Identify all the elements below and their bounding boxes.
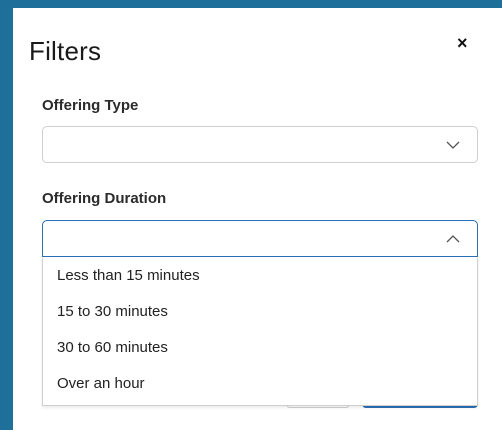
offering-type-select[interactable]: [42, 126, 478, 163]
close-button[interactable]: ×: [457, 34, 468, 52]
offering-type-label: Offering Type: [42, 97, 139, 114]
offering-duration-label: Offering Duration: [42, 190, 167, 207]
chevron-down-icon: [446, 141, 460, 149]
duration-option-less-than-15[interactable]: Less than 15 minutes: [43, 258, 477, 294]
chevron-up-icon: [446, 235, 460, 243]
duration-option-over-an-hour[interactable]: Over an hour: [43, 366, 477, 402]
duration-option-15-to-30[interactable]: 15 to 30 minutes: [43, 294, 477, 330]
offering-duration-select[interactable]: [42, 220, 478, 257]
offering-duration-menu: Less than 15 minutes 15 to 30 minutes 30…: [42, 258, 478, 406]
dialog-title: Filters: [29, 36, 102, 66]
duration-option-30-to-60[interactable]: 30 to 60 minutes: [43, 330, 477, 366]
